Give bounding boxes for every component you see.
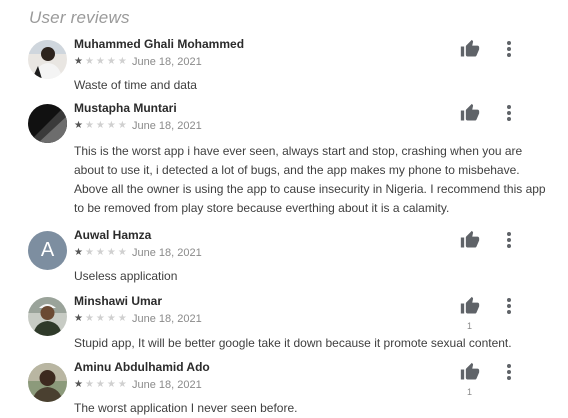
review-item: Minshawi Umar ★★★★★ June 18, 2021 Stupid… (0, 294, 568, 350)
review-text: Stupid app, It will be better google tak… (74, 336, 512, 350)
helpful-count: 1 (467, 387, 473, 397)
avatar[interactable] (28, 40, 67, 79)
more-vert-icon[interactable] (502, 296, 516, 316)
star-rating: ★★★★★ (74, 379, 129, 390)
more-vert-icon[interactable] (502, 362, 516, 382)
review-text: The worst application I never seen befor… (74, 401, 298, 415)
star-rating: ★★★★★ (74, 120, 129, 131)
reviewer-name: Auwal Hamza (74, 228, 152, 242)
star-rating: ★★★★★ (74, 313, 129, 324)
more-vert-icon[interactable] (502, 103, 516, 123)
review-item: A Auwal Hamza ★★★★★ June 18, 2021 Useles… (0, 228, 568, 283)
helpful-count: 1 (467, 321, 473, 331)
thumbs-up-icon[interactable] (460, 39, 480, 59)
review-date: June 18, 2021 (132, 313, 202, 325)
thumbs-up-icon[interactable] (460, 103, 480, 123)
avatar[interactable] (28, 104, 67, 143)
reviewer-name: Muhammed Ghali Mohammed (74, 37, 245, 51)
avatar[interactable] (28, 363, 67, 402)
reviewer-name: Mustapha Muntari (74, 101, 177, 115)
review-date: June 18, 2021 (132, 247, 202, 259)
more-vert-icon[interactable] (502, 230, 516, 250)
review-text: This is the worst app i have ever seen, … (74, 144, 546, 215)
review-text: Useless application (74, 269, 178, 283)
section-title: User reviews (29, 8, 130, 27)
reviewer-name: Aminu Abdulhamid Ado (74, 360, 210, 374)
review-text: Waste of time and data (74, 78, 197, 92)
thumbs-up-icon[interactable] (460, 230, 480, 250)
review-item: Mustapha Muntari ★★★★★ June 18, 2021 Thi… (0, 101, 568, 219)
avatar-letter: A (40, 239, 55, 261)
review-date: June 18, 2021 (132, 56, 202, 68)
review-date: June 18, 2021 (132, 379, 202, 391)
star-rating: ★★★★★ (74, 247, 129, 258)
reviewer-name: Minshawi Umar (74, 294, 163, 308)
review-item: Muhammed Ghali Mohammed ★★★★★ June 18, 2… (0, 37, 568, 92)
star-rating: ★★★★★ (74, 56, 129, 67)
thumbs-up-icon[interactable] (460, 362, 480, 382)
more-vert-icon[interactable] (502, 39, 516, 59)
review-date: June 18, 2021 (132, 120, 202, 132)
thumbs-up-icon[interactable] (460, 296, 480, 316)
review-item: Aminu Abdulhamid Ado ★★★★★ June 18, 2021… (0, 360, 568, 418)
avatar[interactable]: A (28, 231, 67, 270)
avatar[interactable] (28, 297, 67, 336)
